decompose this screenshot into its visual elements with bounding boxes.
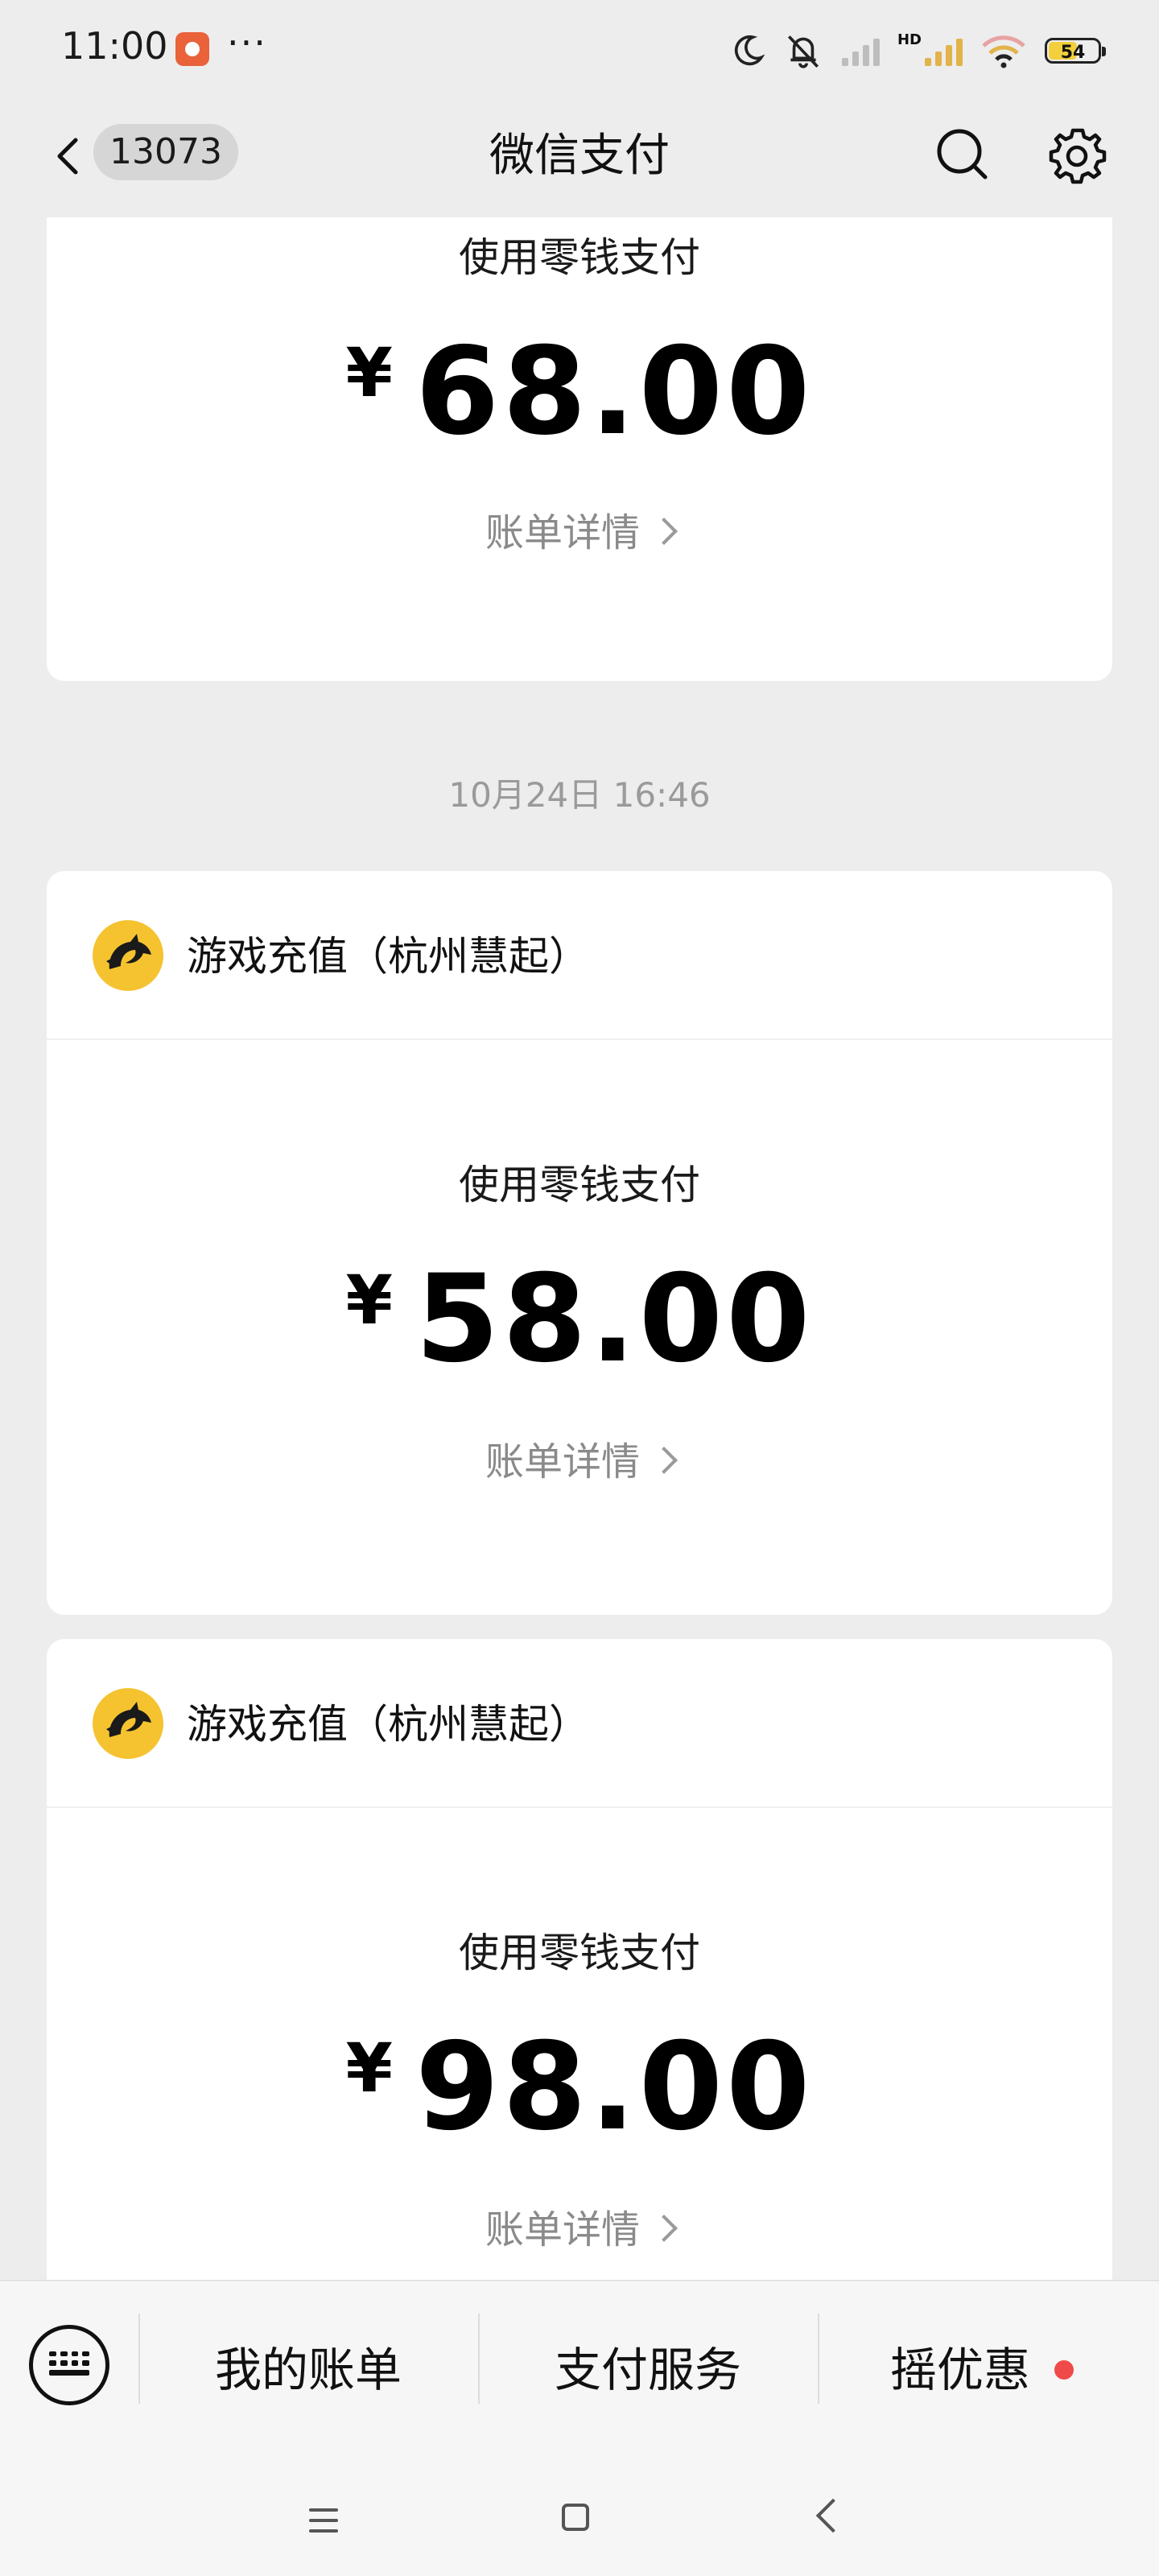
amount: ¥58.00 — [47, 1249, 1112, 1389]
battery-icon: 54 — [1045, 38, 1106, 64]
divider — [138, 2314, 140, 2404]
payment-method: 使用零钱支付 — [459, 1930, 700, 1976]
currency-symbol: ¥ — [345, 1261, 393, 1340]
currency-symbol: ¥ — [345, 2029, 393, 2107]
bill-detail-link[interactable]: 账单详情 — [47, 2198, 1112, 2254]
chevron-right-icon — [650, 1447, 678, 1474]
keyboard-toggle-icon[interactable] — [29, 2325, 109, 2405]
card-header: 游戏充值（杭州慧起） — [47, 871, 1112, 1040]
amount-value: 58.00 — [415, 1249, 814, 1389]
hd-label: HD — [897, 31, 922, 48]
nav-bar: 13073 微信支付 — [0, 97, 1159, 217]
amount-value: 98.00 — [415, 2017, 814, 2157]
transaction-card[interactable]: 使用零钱支付 ¥68.00 账单详情 — [47, 217, 1112, 681]
chevron-right-icon — [650, 518, 678, 545]
currency-symbol: ¥ — [345, 333, 393, 412]
recent-apps-icon[interactable] — [309, 2508, 338, 2540]
signal-icon — [841, 35, 880, 66]
app-notification-icon — [175, 32, 209, 66]
message-timestamp: 10月24日 16:46 — [448, 775, 711, 815]
transaction-card[interactable]: 游戏充值（杭州慧起） 使用零钱支付 ¥98.00 账单详情 — [47, 1639, 1112, 2331]
system-nav-bar — [0, 2425, 1159, 2576]
divider — [478, 2314, 480, 2404]
bill-detail-label: 账单详情 — [485, 2207, 640, 2252]
merchant-logo-icon — [93, 1688, 163, 1759]
card-header: 游戏充值（杭州慧起） — [47, 1639, 1112, 1808]
amount-value: 68.00 — [415, 322, 814, 462]
bell-muted-icon — [787, 35, 819, 68]
menu-item-payment-services[interactable]: 支付服务 — [481, 2330, 815, 2410]
search-icon[interactable] — [934, 126, 992, 184]
amount: ¥98.00 — [47, 2017, 1112, 2157]
status-more-icon: ··· — [227, 21, 267, 64]
transaction-card[interactable]: 游戏充值（杭州慧起） 使用零钱支付 ¥58.00 账单详情 — [47, 871, 1112, 1615]
status-indicators: HD 54 — [731, 31, 1106, 71]
wifi-icon — [982, 35, 1025, 68]
amount: ¥68.00 — [47, 322, 1112, 462]
home-icon[interactable] — [562, 2504, 589, 2531]
gear-icon[interactable] — [1046, 126, 1107, 187]
merchant-logo-icon — [93, 920, 163, 991]
payment-method: 使用零钱支付 — [459, 234, 700, 281]
menu-item-label: 摇优惠 — [889, 2343, 1030, 2397]
chevron-right-icon — [650, 2215, 678, 2242]
status-bar: 11:00 ··· HD 54 — [0, 0, 1159, 97]
payment-method: 使用零钱支付 — [459, 1162, 700, 1208]
signal-2-icon — [925, 35, 963, 66]
menu-item-my-bills[interactable]: 我的账单 — [142, 2330, 475, 2410]
merchant-name: 游戏充值（杭州慧起） — [187, 933, 589, 980]
bill-detail-label: 账单详情 — [485, 510, 640, 555]
battery-level: 54 — [1060, 43, 1086, 63]
bottom-menu: 我的账单 支付服务 摇优惠 — [0, 2280, 1159, 2426]
moon-icon — [734, 35, 765, 66]
status-time: 11:00 — [61, 24, 168, 68]
menu-item-shake-deals[interactable]: 摇优惠 — [821, 2330, 1143, 2410]
bill-detail-link[interactable]: 账单详情 — [47, 1430, 1112, 1486]
system-back-icon[interactable] — [815, 2498, 851, 2533]
divider — [818, 2314, 819, 2404]
bill-detail-link[interactable]: 账单详情 — [47, 501, 1112, 557]
bill-detail-label: 账单详情 — [485, 1439, 640, 1484]
notification-dot — [1054, 2360, 1074, 2380]
merchant-name: 游戏充值（杭州慧起） — [187, 1701, 589, 1748]
